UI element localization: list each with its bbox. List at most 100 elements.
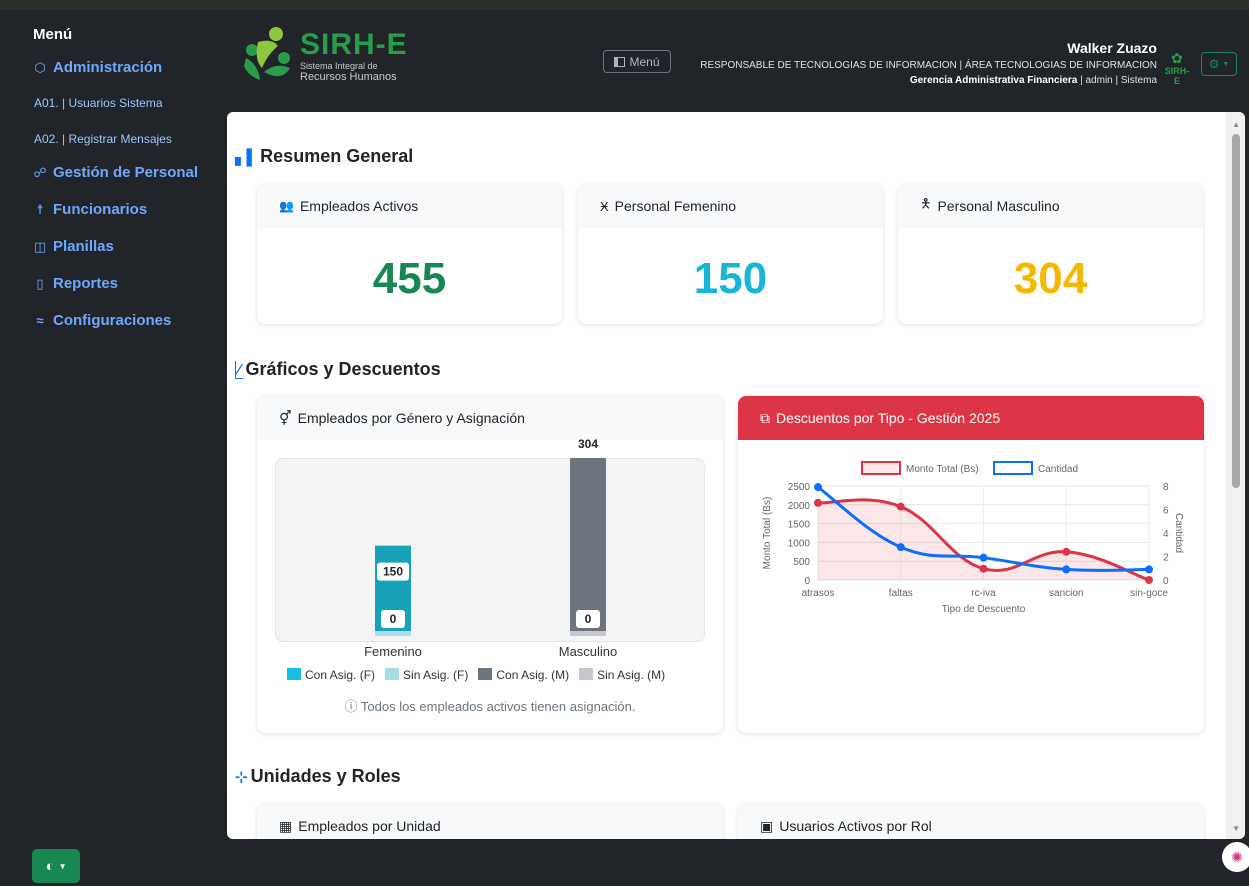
stat-label: Empleados Activos	[299, 198, 419, 214]
stat-card-masculino: 🯅 Personal Masculino 304	[898, 184, 1203, 324]
contrast-icon: ◐	[45, 857, 55, 875]
y-tick-label: 2000	[788, 501, 811, 512]
sidebar-item-label: Gestión de Personal	[53, 164, 199, 181]
data-label-top: 150	[383, 565, 403, 579]
sidebar-item-planillas[interactable]: ◫ Planillas	[33, 238, 114, 255]
mini-logo: ✿ SIRH-E	[1162, 50, 1192, 86]
sirh-logo: SIRH-E Sistema Integral de Recursos Huma…	[238, 24, 408, 86]
legend-item[interactable]: Sin Asig. (M)	[579, 668, 665, 682]
logo-title: SIRH-E	[300, 28, 408, 61]
legend-item[interactable]: Sin Asig. (F)	[385, 668, 468, 682]
receipt-icon: ⧉	[760, 409, 770, 426]
user-role: RESPONSABLE DE TECNOLOGIAS DE INFORMACIO…	[700, 60, 1157, 71]
data-point-sin-goce	[1145, 576, 1153, 584]
gender-bar-chart: 150 0 Femenino 304 0 Masculino	[364, 437, 617, 659]
y-tick-label: 0	[804, 576, 810, 587]
settings-dropdown-button[interactable]: ⚙ ▼	[1201, 52, 1237, 76]
user-account: | admin | Sistema	[1080, 75, 1157, 86]
graph-up-icon: ⁄	[235, 360, 243, 379]
people-icon: 👥	[279, 199, 294, 213]
x-tick-label: rc-iva	[971, 588, 996, 599]
section-title: Unidades y Roles	[250, 766, 401, 786]
legend-item[interactable]: Con Asig. (F)	[287, 668, 375, 682]
theme-toggle-button[interactable]: ◐ ▼	[32, 849, 80, 883]
user-meta: Gerencia Administrativa Financiera | adm…	[910, 75, 1157, 86]
sidebar-item-configuraciones[interactable]: ≈ Configuraciones	[33, 312, 171, 329]
y-tick-label: 2500	[788, 482, 811, 493]
gender-icon: ⚥	[279, 409, 292, 426]
sidebar-item-gestion-personal[interactable]: ☍ Gestión de Personal	[33, 164, 198, 181]
sidebar-item-funcionarios[interactable]: ☨ Funcionarios	[33, 201, 147, 218]
menu-button-label: Menú	[629, 54, 660, 69]
sidebar-item-administracion[interactable]: ⬡ Administración	[33, 59, 162, 76]
gear-icon: ⚙	[1208, 57, 1220, 71]
y2-tick-label: 6	[1163, 506, 1169, 517]
table-icon: ▦	[279, 817, 293, 834]
file-icon: ▯	[36, 275, 44, 291]
person-standing-icon: 🯅	[920, 196, 932, 211]
legend-item[interactable]: Con Asig. (M)	[478, 668, 569, 682]
units-card: ▦ Empleados por Unidad	[257, 804, 723, 839]
data-label-bottom: 0	[585, 612, 592, 626]
scrollbar[interactable]: ▲ ▼	[1226, 112, 1245, 839]
sidebar-toggle-icon	[614, 56, 626, 67]
discount-chart-card: ⧉ Descuentos por Tipo - Gestión 2025 0 50…	[738, 396, 1204, 733]
data-point-sancion	[1062, 565, 1071, 574]
data-point-sin-goce	[1145, 565, 1153, 574]
card-header: 🯅 Personal Masculino	[898, 184, 1203, 228]
x-tick-label: sancion	[1049, 588, 1083, 599]
caret-down-icon: ▼	[58, 861, 67, 871]
card-title: Usuarios Activos por Rol	[779, 818, 932, 834]
bar-sin-asig-masculino	[570, 631, 606, 636]
sliders-icon: ≈	[36, 312, 44, 328]
section-resumen-general: ▖▌ Resumen General	[235, 146, 413, 167]
scroll-up-icon[interactable]: ▲	[1232, 120, 1240, 129]
main-content: ▖▌ Resumen General 👥 Empleados Activos 4…	[227, 112, 1245, 839]
diagram-icon: ⊹	[235, 768, 248, 786]
top-header: SIRH-E Sistema Integral de Recursos Huma…	[216, 10, 1249, 106]
discount-line-chart: 0 500 1000 1500 2000 2500 0 2 4 6 8 atrasos faltas rc…	[762, 461, 1184, 615]
menu-toggle-button[interactable]: Menú	[603, 50, 671, 73]
scroll-thumb[interactable]	[1232, 134, 1240, 488]
brain-icon[interactable]: ✺	[1222, 842, 1249, 872]
sidebar-item-reportes[interactable]: ▯ Reportes	[33, 275, 118, 292]
person-icon: ☨	[36, 201, 44, 217]
data-label-bottom: 0	[390, 612, 397, 626]
card-header: 👥 Empleados Activos	[257, 184, 562, 228]
card-title: Empleados por Unidad	[298, 818, 441, 834]
sidebar-subitem-mensajes[interactable]: A02. | Registrar Mensajes	[34, 132, 172, 146]
scroll-down-icon[interactable]: ▼	[1232, 824, 1240, 833]
data-point-faltas	[896, 502, 905, 511]
y2-tick-label: 4	[1163, 529, 1169, 540]
data-point-sancion	[1062, 547, 1071, 556]
caret-down-icon: ▼	[1222, 60, 1230, 68]
stat-value: 304	[1013, 254, 1088, 303]
person-standing-dress-icon: Ӿ	[600, 198, 609, 214]
info-icon: ⓘ	[344, 699, 358, 714]
data-point-atrasos	[814, 483, 822, 492]
y2-tick-label: 8	[1163, 482, 1169, 493]
card-header: ▣ Usuarios Activos por Rol	[738, 804, 1204, 839]
x-axis-title: Tipo de Descuento	[942, 604, 1026, 615]
stat-card-femenino: Ӿ Personal Femenino 150	[578, 184, 883, 324]
y2-tick-label: 0	[1163, 576, 1169, 587]
x-tick-label: Femenino	[364, 644, 422, 659]
x-tick-label: sin-goce	[1130, 588, 1168, 599]
mini-logo-text: SIRH-E	[1164, 66, 1190, 86]
data-point-atrasos	[814, 498, 822, 507]
sidebar-item-label: Funcionarios	[53, 201, 148, 218]
y-tick-label: 1500	[788, 520, 811, 531]
card-header: Ӿ Personal Femenino	[578, 184, 883, 228]
section-unidades-roles: ⊹ Unidades y Roles	[235, 766, 401, 787]
data-label-top: 304	[578, 437, 598, 451]
people-icon: ☍	[33, 164, 47, 180]
y-axis-title: Monto Total (Bs)	[762, 497, 773, 570]
legend-label: Cantidad	[1038, 464, 1078, 475]
sidebar-subitem-usuarios[interactable]: A01. | Usuarios Sistema	[34, 96, 163, 110]
y-tick-label: 500	[793, 557, 810, 568]
user-department: Gerencia Administrativa Financiera	[909, 75, 1078, 86]
sidebar-item-label: Administración	[53, 59, 163, 76]
top-strip	[0, 0, 1249, 10]
x-tick-label: atrasos	[802, 588, 835, 599]
user-name: Walker Zuazo	[1067, 40, 1157, 56]
